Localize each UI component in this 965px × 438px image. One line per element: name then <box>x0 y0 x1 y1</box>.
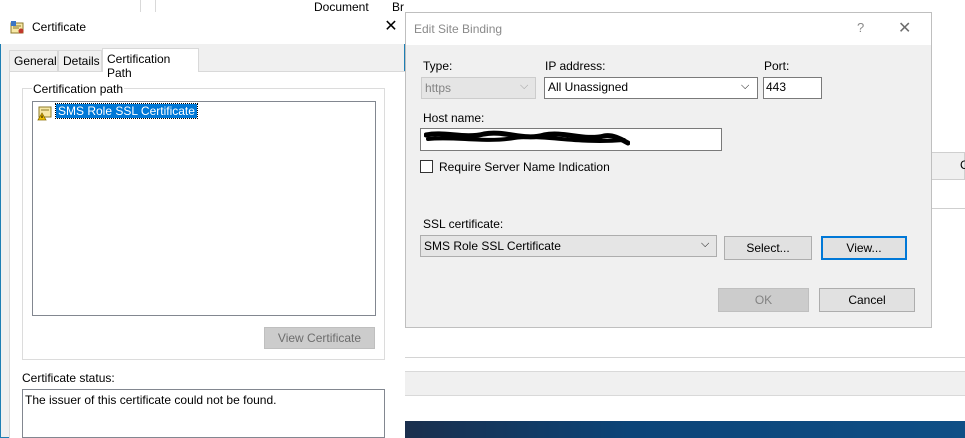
require-sni-label[interactable]: Require Server Name Indication <box>439 160 610 174</box>
cancel-button[interactable]: Cancel <box>819 288 915 312</box>
type-select[interactable]: https <box>421 77 536 99</box>
type-label: Type: <box>423 59 453 73</box>
tab-general[interactable]: General <box>9 50 58 72</box>
tab-details[interactable]: Details <box>58 50 102 72</box>
view-certificate-button[interactable]: View Certificate <box>264 327 375 349</box>
background-button-label: C <box>960 158 965 172</box>
close-icon[interactable]: ✕ <box>381 17 401 37</box>
certificate-warning-icon <box>37 105 53 121</box>
chevron-down-icon: ⌵ <box>701 238 710 250</box>
chevron-down-icon: ⌵ <box>741 80 750 92</box>
certificate-icon <box>10 20 26 36</box>
certification-path-tree[interactable] <box>32 101 376 316</box>
certificate-status-text: The issuer of this certificate could not… <box>25 393 277 407</box>
certification-path-label: Certification path <box>32 82 125 96</box>
certificate-window-title: Certificate <box>32 20 87 34</box>
port-input[interactable]: 443 <box>763 77 822 99</box>
binding-dialog-title: Edit Site Binding <box>414 22 503 36</box>
select-certificate-button[interactable]: Select... <box>724 236 812 260</box>
ok-button[interactable]: OK <box>718 288 809 312</box>
ssl-certificate-select[interactable]: SMS Role SSL Certificate <box>420 235 717 257</box>
require-sni-checkbox[interactable] <box>420 160 433 173</box>
chevron-down-icon: ⌵ <box>520 80 529 92</box>
desktop-taskbar <box>405 421 965 438</box>
tree-item-certificate[interactable]: SMS Role SSL Certificate <box>55 103 198 119</box>
redaction-scribble <box>423 129 631 149</box>
divider <box>931 208 965 209</box>
help-icon[interactable]: ? <box>857 20 864 35</box>
host-name-label: Host name: <box>423 111 485 125</box>
ssl-certificate-label: SSL certificate: <box>423 217 504 231</box>
ip-address-label: IP address: <box>545 59 606 73</box>
divider <box>405 357 965 358</box>
certificate-status-label: Certificate status: <box>22 371 115 385</box>
ip-address-select[interactable]: All Unassigned <box>544 77 758 99</box>
view-certificate-button[interactable]: View... <box>821 236 907 260</box>
close-icon[interactable]: ✕ <box>898 18 911 38</box>
tab-certification-path[interactable]: Certification Path <box>102 48 199 80</box>
background-status-strip <box>405 371 965 396</box>
port-label: Port: <box>764 59 790 73</box>
